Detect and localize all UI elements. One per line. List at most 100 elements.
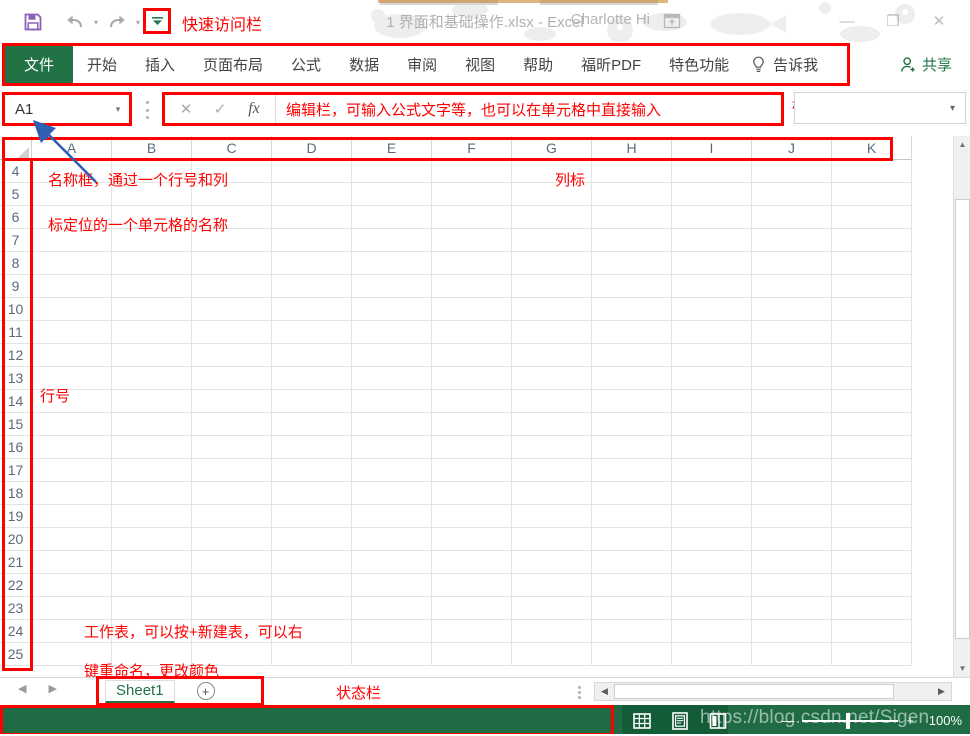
column-header-H[interactable]: H <box>592 136 672 160</box>
row-header-25[interactable]: 25 <box>0 643 32 666</box>
cell-A18[interactable] <box>32 482 112 505</box>
cell-E16[interactable] <box>352 436 432 459</box>
row-header-16[interactable]: 16 <box>0 436 32 459</box>
cell-C18[interactable] <box>192 482 272 505</box>
cell-area[interactable] <box>32 160 937 676</box>
horizontal-scrollbar[interactable]: ◀ ▶ <box>594 682 952 701</box>
cell-J7[interactable] <box>752 229 832 252</box>
cell-G19[interactable] <box>512 505 592 528</box>
cell-H21[interactable] <box>592 551 672 574</box>
cell-D21[interactable] <box>272 551 352 574</box>
cell-I16[interactable] <box>672 436 752 459</box>
cell-G20[interactable] <box>512 528 592 551</box>
save-button[interactable] <box>18 9 48 35</box>
cell-H8[interactable] <box>592 252 672 275</box>
cell-D18[interactable] <box>272 482 352 505</box>
cell-I7[interactable] <box>672 229 752 252</box>
column-header-E[interactable]: E <box>352 136 432 160</box>
cell-E9[interactable] <box>352 275 432 298</box>
cell-F4[interactable] <box>432 160 512 183</box>
cell-D25[interactable] <box>272 643 352 666</box>
cell-D14[interactable] <box>272 390 352 413</box>
cell-F13[interactable] <box>432 367 512 390</box>
row-header-14[interactable]: 14 <box>0 390 32 413</box>
cell-F19[interactable] <box>432 505 512 528</box>
cell-K16[interactable] <box>832 436 912 459</box>
cell-F25[interactable] <box>432 643 512 666</box>
cell-I13[interactable] <box>672 367 752 390</box>
cell-H10[interactable] <box>592 298 672 321</box>
cell-H11[interactable] <box>592 321 672 344</box>
cell-J12[interactable] <box>752 344 832 367</box>
cell-B9[interactable] <box>112 275 192 298</box>
cell-C9[interactable] <box>192 275 272 298</box>
row-header-17[interactable]: 17 <box>0 459 32 482</box>
cell-E13[interactable] <box>352 367 432 390</box>
cell-B11[interactable] <box>112 321 192 344</box>
cell-C22[interactable] <box>192 574 272 597</box>
cell-B14[interactable] <box>112 390 192 413</box>
cell-F15[interactable] <box>432 413 512 436</box>
cell-F23[interactable] <box>432 597 512 620</box>
cell-I17[interactable] <box>672 459 752 482</box>
cell-J21[interactable] <box>752 551 832 574</box>
cell-K6[interactable] <box>832 206 912 229</box>
cell-K9[interactable] <box>832 275 912 298</box>
cell-K15[interactable] <box>832 413 912 436</box>
cell-J14[interactable] <box>752 390 832 413</box>
vertical-scroll-thumb[interactable] <box>955 199 970 639</box>
cell-H19[interactable] <box>592 505 672 528</box>
row-header-5[interactable]: 5 <box>0 183 32 206</box>
row-header-13[interactable]: 13 <box>0 367 32 390</box>
cell-K13[interactable] <box>832 367 912 390</box>
row-header-21[interactable]: 21 <box>0 551 32 574</box>
cell-C16[interactable] <box>192 436 272 459</box>
row-header-12[interactable]: 12 <box>0 344 32 367</box>
cell-G21[interactable] <box>512 551 592 574</box>
cell-E4[interactable] <box>352 160 432 183</box>
cell-J24[interactable] <box>752 620 832 643</box>
cell-G24[interactable] <box>512 620 592 643</box>
vertical-scrollbar[interactable]: ▲ ▼ <box>953 136 970 677</box>
cell-A10[interactable] <box>32 298 112 321</box>
redo-button[interactable] <box>102 9 132 35</box>
cell-D9[interactable] <box>272 275 352 298</box>
cell-B17[interactable] <box>112 459 192 482</box>
cell-G10[interactable] <box>512 298 592 321</box>
cell-I6[interactable] <box>672 206 752 229</box>
row-header-4[interactable]: 4 <box>0 160 32 183</box>
cell-I4[interactable] <box>672 160 752 183</box>
cell-I5[interactable] <box>672 183 752 206</box>
cell-J10[interactable] <box>752 298 832 321</box>
undo-button[interactable] <box>60 9 90 35</box>
column-header-C[interactable]: C <box>192 136 272 160</box>
row-header-20[interactable]: 20 <box>0 528 32 551</box>
cell-A20[interactable] <box>32 528 112 551</box>
add-sheet-button[interactable]: + <box>196 682 215 700</box>
cell-H14[interactable] <box>592 390 672 413</box>
cell-K8[interactable] <box>832 252 912 275</box>
row-header-24[interactable]: 24 <box>0 620 32 643</box>
tab-view[interactable]: 视图 <box>451 46 509 83</box>
cell-H5[interactable] <box>592 183 672 206</box>
tab-page-layout[interactable]: 页面布局 <box>189 46 277 83</box>
cell-H25[interactable] <box>592 643 672 666</box>
cell-J15[interactable] <box>752 413 832 436</box>
cell-D13[interactable] <box>272 367 352 390</box>
cell-J17[interactable] <box>752 459 832 482</box>
cell-I19[interactable] <box>672 505 752 528</box>
cell-K19[interactable] <box>832 505 912 528</box>
cell-B21[interactable] <box>112 551 192 574</box>
cell-A16[interactable] <box>32 436 112 459</box>
cell-D23[interactable] <box>272 597 352 620</box>
formula-input[interactable]: 编辑栏，可输入公式文字等，也可以在单元格中直接输入 <box>276 95 781 123</box>
cell-K24[interactable] <box>832 620 912 643</box>
cell-B15[interactable] <box>112 413 192 436</box>
cell-F21[interactable] <box>432 551 512 574</box>
cell-E25[interactable] <box>352 643 432 666</box>
cell-K12[interactable] <box>832 344 912 367</box>
cell-F8[interactable] <box>432 252 512 275</box>
row-header-23[interactable]: 23 <box>0 597 32 620</box>
cell-E19[interactable] <box>352 505 432 528</box>
row-header-15[interactable]: 15 <box>0 413 32 436</box>
